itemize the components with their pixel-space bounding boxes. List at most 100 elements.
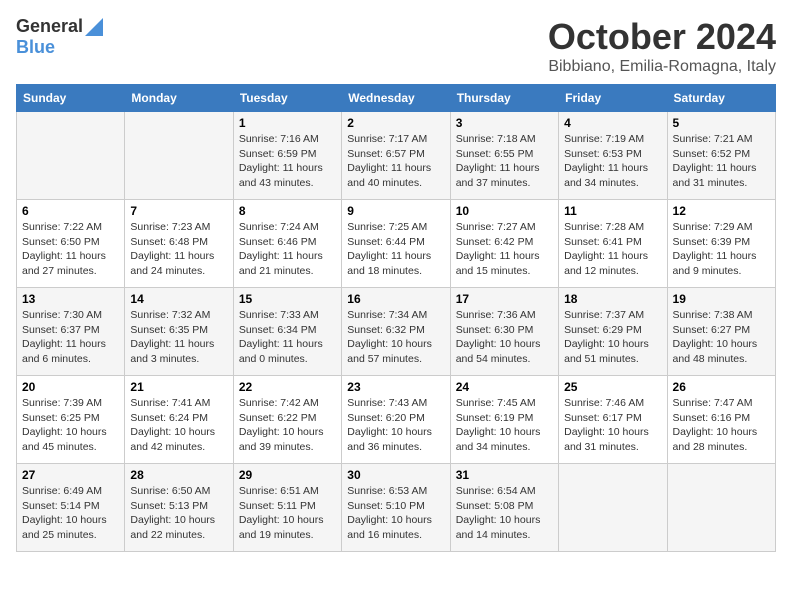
page-header: General Blue October 2024 Bibbiano, Emil… [16, 16, 776, 76]
day-info: Sunrise: 7:24 AMSunset: 6:46 PMDaylight:… [239, 220, 336, 279]
day-info: Sunrise: 7:38 AMSunset: 6:27 PMDaylight:… [673, 308, 770, 367]
col-wednesday: Wednesday [342, 85, 450, 112]
day-number: 11 [564, 204, 661, 218]
day-info: Sunrise: 7:29 AMSunset: 6:39 PMDaylight:… [673, 220, 770, 279]
day-number: 21 [130, 380, 227, 394]
day-number: 12 [673, 204, 770, 218]
day-number: 31 [456, 468, 553, 482]
logo-general: General [16, 16, 83, 37]
day-info: Sunrise: 7:18 AMSunset: 6:55 PMDaylight:… [456, 132, 553, 191]
calendar-cell: 18 Sunrise: 7:37 AMSunset: 6:29 PMDayligh… [559, 288, 667, 376]
day-number: 6 [22, 204, 119, 218]
day-info: Sunrise: 7:25 AMSunset: 6:44 PMDaylight:… [347, 220, 444, 279]
day-info: Sunrise: 7:22 AMSunset: 6:50 PMDaylight:… [22, 220, 119, 279]
day-info: Sunrise: 7:30 AMSunset: 6:37 PMDaylight:… [22, 308, 119, 367]
calendar-cell: 2 Sunrise: 7:17 AMSunset: 6:57 PMDaylight… [342, 112, 450, 200]
calendar-cell: 15Sunrise: 7:33 AMSunset: 6:34 PMDayligh… [233, 288, 341, 376]
calendar-cell [559, 464, 667, 552]
calendar-cell: 24Sunrise: 7:45 AMSunset: 6:19 PMDayligh… [450, 376, 558, 464]
day-info: Sunrise: 7:39 AMSunset: 6:25 PMDaylight:… [22, 396, 119, 455]
day-info: Sunrise: 7:36 AMSunset: 6:30 PMDaylight:… [456, 308, 553, 367]
day-number: 30 [347, 468, 444, 482]
day-number: 5 [673, 116, 770, 130]
calendar-cell: 29 Sunrise: 6:51 AMSunset: 5:11 PMDayligh… [233, 464, 341, 552]
day-info: Sunrise: 7:46 AMSunset: 6:17 PMDaylight:… [564, 396, 661, 455]
day-number: 17 [456, 292, 553, 306]
location-title: Bibbiano, Emilia-Romagna, Italy [548, 58, 776, 76]
day-info: Sunrise: 7:42 AMSunset: 6:22 PMDaylight:… [239, 396, 336, 455]
calendar-cell: 19Sunrise: 7:38 AMSunset: 6:27 PMDayligh… [667, 288, 775, 376]
calendar-cell: 23 Sunrise: 7:43 AMSunset: 6:20 PMDayligh… [342, 376, 450, 464]
calendar-cell: 28 Sunrise: 6:50 AMSunset: 5:13 PMDayligh… [125, 464, 233, 552]
day-info: Sunrise: 7:43 AMSunset: 6:20 PMDaylight:… [347, 396, 444, 455]
day-info: Sunrise: 7:37 AMSunset: 6:29 PMDaylight:… [564, 308, 661, 367]
day-info: Sunrise: 7:41 AMSunset: 6:24 PMDaylight:… [130, 396, 227, 455]
col-thursday: Thursday [450, 85, 558, 112]
col-monday: Monday [125, 85, 233, 112]
calendar-cell: 4Sunrise: 7:19 AMSunset: 6:53 PMDaylight… [559, 112, 667, 200]
day-info: Sunrise: 6:51 AMSunset: 5:11 PMDaylight:… [239, 484, 336, 543]
day-info: Sunrise: 6:53 AMSunset: 5:10 PMDaylight:… [347, 484, 444, 543]
day-info: Sunrise: 7:34 AMSunset: 6:32 PMDaylight:… [347, 308, 444, 367]
calendar-cell: 31Sunrise: 6:54 AMSunset: 5:08 PMDayligh… [450, 464, 558, 552]
calendar-cell [125, 112, 233, 200]
calendar-cell: 6 Sunrise: 7:22 AMSunset: 6:50 PMDaylight… [17, 200, 125, 288]
day-info: Sunrise: 7:23 AMSunset: 6:48 PMDaylight:… [130, 220, 227, 279]
day-number: 27 [22, 468, 119, 482]
calendar-cell: 16 Sunrise: 7:34 AMSunset: 6:32 PMDayligh… [342, 288, 450, 376]
calendar-cell: 25 Sunrise: 7:46 AMSunset: 6:17 PMDayligh… [559, 376, 667, 464]
calendar-cell: 14 Sunrise: 7:32 AMSunset: 6:35 PMDayligh… [125, 288, 233, 376]
day-number: 22 [239, 380, 336, 394]
col-sunday: Sunday [17, 85, 125, 112]
day-info: Sunrise: 7:45 AMSunset: 6:19 PMDaylight:… [456, 396, 553, 455]
day-number: 15 [239, 292, 336, 306]
day-number: 10 [456, 204, 553, 218]
calendar-cell: 7 Sunrise: 7:23 AMSunset: 6:48 PMDaylight… [125, 200, 233, 288]
day-number: 18 [564, 292, 661, 306]
calendar-week-1: 1Sunrise: 7:16 AMSunset: 6:59 PMDaylight… [17, 112, 776, 200]
logo-blue: Blue [16, 37, 55, 57]
calendar-cell: 9 Sunrise: 7:25 AMSunset: 6:44 PMDaylight… [342, 200, 450, 288]
day-number: 13 [22, 292, 119, 306]
logo: General Blue [16, 16, 103, 58]
col-tuesday: Tuesday [233, 85, 341, 112]
day-number: 25 [564, 380, 661, 394]
day-number: 8 [239, 204, 336, 218]
calendar-cell: 8 Sunrise: 7:24 AMSunset: 6:46 PMDaylight… [233, 200, 341, 288]
calendar-cell: 22 Sunrise: 7:42 AMSunset: 6:22 PMDayligh… [233, 376, 341, 464]
day-number: 16 [347, 292, 444, 306]
day-info: Sunrise: 7:16 AMSunset: 6:59 PMDaylight:… [239, 132, 336, 191]
calendar-cell: 26 Sunrise: 7:47 AMSunset: 6:16 PMDayligh… [667, 376, 775, 464]
day-number: 20 [22, 380, 119, 394]
day-info: Sunrise: 7:32 AMSunset: 6:35 PMDaylight:… [130, 308, 227, 367]
calendar-cell: 10Sunrise: 7:27 AMSunset: 6:42 PMDayligh… [450, 200, 558, 288]
calendar-table: Sunday Monday Tuesday Wednesday Thursday… [16, 84, 776, 552]
day-info: Sunrise: 7:21 AMSunset: 6:52 PMDaylight:… [673, 132, 770, 191]
day-number: 2 [347, 116, 444, 130]
day-info: Sunrise: 6:49 AMSunset: 5:14 PMDaylight:… [22, 484, 119, 543]
calendar-cell: 12 Sunrise: 7:29 AMSunset: 6:39 PMDayligh… [667, 200, 775, 288]
calendar-cell: 13 Sunrise: 7:30 AMSunset: 6:37 PMDayligh… [17, 288, 125, 376]
day-number: 26 [673, 380, 770, 394]
day-info: Sunrise: 7:47 AMSunset: 6:16 PMDaylight:… [673, 396, 770, 455]
calendar-header: Sunday Monday Tuesday Wednesday Thursday… [17, 85, 776, 112]
day-info: Sunrise: 7:28 AMSunset: 6:41 PMDaylight:… [564, 220, 661, 279]
day-number: 29 [239, 468, 336, 482]
month-title: October 2024 [548, 16, 776, 58]
calendar-cell: 3Sunrise: 7:18 AMSunset: 6:55 PMDaylight… [450, 112, 558, 200]
day-number: 14 [130, 292, 227, 306]
calendar-cell: 21 Sunrise: 7:41 AMSunset: 6:24 PMDayligh… [125, 376, 233, 464]
calendar-cell [667, 464, 775, 552]
calendar-week-2: 6 Sunrise: 7:22 AMSunset: 6:50 PMDaylight… [17, 200, 776, 288]
title-block: October 2024 Bibbiano, Emilia-Romagna, I… [548, 16, 776, 76]
day-info: Sunrise: 7:17 AMSunset: 6:57 PMDaylight:… [347, 132, 444, 191]
day-number: 7 [130, 204, 227, 218]
day-number: 23 [347, 380, 444, 394]
day-info: Sunrise: 6:50 AMSunset: 5:13 PMDaylight:… [130, 484, 227, 543]
day-number: 9 [347, 204, 444, 218]
logo-icon [85, 18, 103, 36]
col-friday: Friday [559, 85, 667, 112]
calendar-week-4: 20 Sunrise: 7:39 AMSunset: 6:25 PMDayligh… [17, 376, 776, 464]
day-number: 28 [130, 468, 227, 482]
day-number: 4 [564, 116, 661, 130]
